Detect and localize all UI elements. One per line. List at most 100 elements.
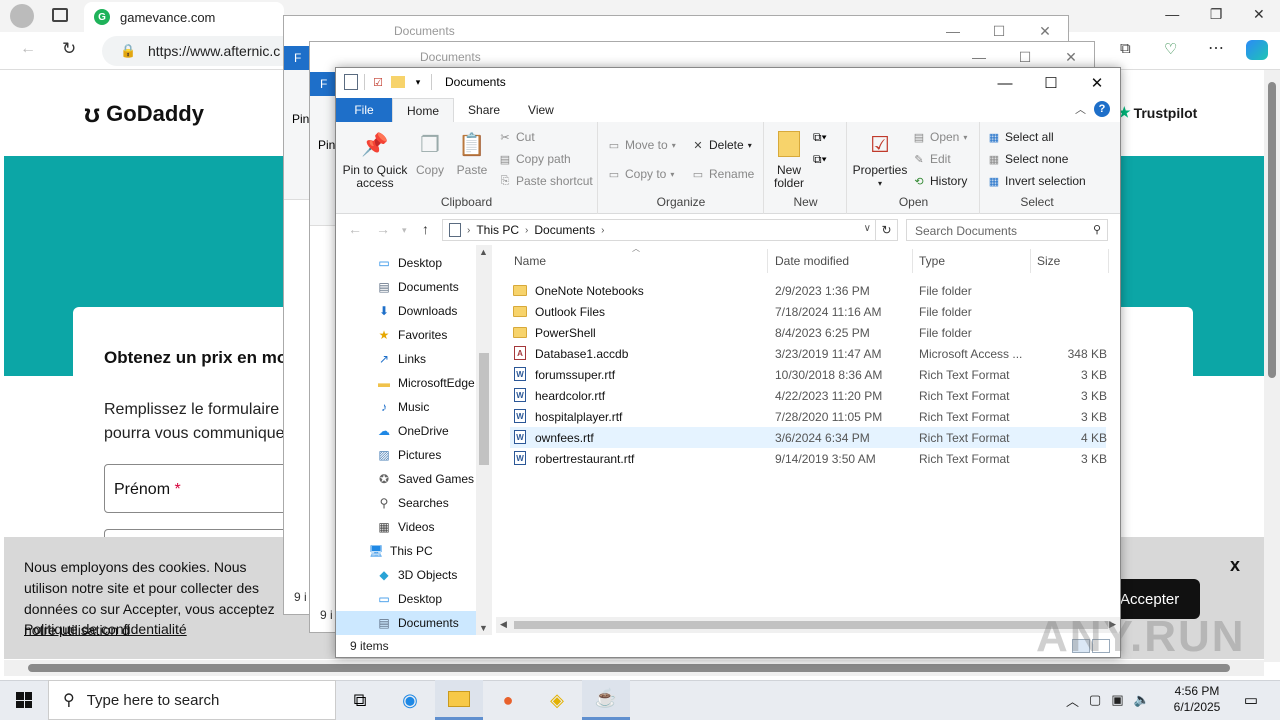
copilot-icon[interactable] bbox=[1246, 40, 1268, 60]
scroll-up-icon[interactable]: ▲ bbox=[479, 247, 488, 257]
back-icon[interactable]: ← bbox=[348, 221, 362, 237]
open-button[interactable]: ▤ Open ▾ bbox=[912, 130, 968, 144]
nav-item[interactable]: ✪ Saved Games bbox=[336, 467, 476, 491]
tab-home[interactable]: Home bbox=[392, 98, 455, 122]
nav-item[interactable]: ▭ Desktop bbox=[336, 251, 476, 275]
java-taskbar-icon[interactable]: ☕ bbox=[582, 680, 630, 720]
properties-qa-icon[interactable]: ☑ bbox=[371, 74, 385, 90]
breadcrumb-documents[interactable]: Documents bbox=[534, 223, 595, 237]
copy-button[interactable]: ❐ Copy bbox=[412, 128, 448, 177]
file-explorer-taskbar-icon[interactable] bbox=[435, 680, 483, 720]
nav-item[interactable]: ★ Favorites bbox=[336, 323, 476, 347]
pin-quick-access-button[interactable]: 📌 Pin to Quick access bbox=[342, 128, 408, 190]
nav-item[interactable]: ▤ Documents bbox=[336, 275, 476, 299]
breadcrumb-this-pc[interactable]: This PC bbox=[476, 223, 519, 237]
tab-share[interactable]: Share bbox=[454, 98, 514, 122]
file-row[interactable]: A Database1.accdb 3/23/2019 11:47 AM Micros… bbox=[510, 343, 1107, 364]
restore-button[interactable]: ❐ bbox=[1210, 6, 1223, 23]
firefox-taskbar-icon[interactable]: ● bbox=[484, 680, 532, 720]
privacy-policy-link[interactable]: Politique de confidentialité bbox=[24, 621, 187, 637]
back-icon[interactable]: ← bbox=[20, 40, 36, 58]
file-row[interactable]: OneNote Notebooks 2/9/2023 1:36 PM File fo… bbox=[510, 280, 1106, 301]
maximize-button[interactable]: ☐ bbox=[1028, 68, 1074, 98]
tab-actions-icon[interactable] bbox=[52, 8, 68, 22]
copy-path-button[interactable]: ▤ Copy path bbox=[498, 152, 571, 166]
search-input[interactable]: Search Documents ⚲ bbox=[906, 219, 1108, 241]
close-button[interactable]: ✕ bbox=[1253, 6, 1265, 23]
collections-icon[interactable]: ⧉ bbox=[1120, 40, 1131, 57]
delete-button[interactable]: ✕ Delete ▾ bbox=[691, 138, 751, 152]
page-horizontal-scroll-thumb[interactable] bbox=[28, 664, 1230, 672]
new-item-icon[interactable]: ⧉▾ bbox=[813, 130, 827, 145]
browser-tab[interactable]: G gamevance.com bbox=[84, 2, 284, 32]
cookie-close-button[interactable]: x bbox=[1230, 555, 1240, 576]
customize-qa-icon[interactable]: ▾ bbox=[411, 74, 425, 90]
minimize-button[interactable]: — bbox=[1165, 6, 1179, 23]
window-app-icon[interactable] bbox=[344, 74, 358, 90]
file-row[interactable]: PowerShell 8/4/2023 6:25 PM File folder bbox=[510, 322, 1106, 343]
recent-locations-icon[interactable]: ▾ bbox=[402, 225, 407, 236]
firstname-field[interactable]: Prénom * bbox=[104, 464, 304, 513]
file-row[interactable]: Wrobertrestaurant.rtf 9/14/2019 3:50 AM Ri… bbox=[510, 448, 1107, 469]
collapse-ribbon-icon[interactable]: ︿ bbox=[1075, 101, 1086, 117]
app-taskbar-icon[interactable]: ◈ bbox=[533, 680, 581, 720]
copy-to-button[interactable]: ▭ Copy to ▾ bbox=[607, 167, 675, 181]
column-header-name[interactable]: Name bbox=[508, 249, 768, 273]
invert-selection-button[interactable]: ▦ Invert selection bbox=[987, 174, 1086, 188]
taskbar-clock[interactable]: 4:56 PM 6/1/2025 bbox=[1162, 683, 1232, 715]
nav-item[interactable]: ↗ Links bbox=[336, 347, 476, 371]
network-icon[interactable]: ▣ bbox=[1111, 692, 1123, 708]
page-vertical-scrollbar[interactable] bbox=[1264, 70, 1280, 662]
nav-item[interactable]: ▭ Desktop bbox=[336, 587, 476, 611]
new-folder-button[interactable]: New folder bbox=[769, 128, 809, 190]
rename-button[interactable]: ▭ Rename bbox=[691, 167, 755, 181]
close-button[interactable]: ✕ bbox=[1074, 68, 1120, 98]
help-icon[interactable]: ? bbox=[1094, 101, 1110, 117]
nav-item[interactable]: ☁ OneDrive bbox=[336, 419, 476, 443]
move-to-button[interactable]: ▭ Move to ▾ bbox=[607, 138, 676, 152]
explorer-window[interactable]: ☑ ▾ Documents — ☐ ✕ File Home Share View… bbox=[335, 67, 1121, 658]
nav-item[interactable]: ◆ 3D Objects bbox=[336, 563, 476, 587]
properties-button[interactable]: ☑ Properties ▾ bbox=[850, 128, 910, 190]
scroll-left-icon[interactable]: ◀ bbox=[500, 619, 507, 630]
page-vertical-scroll-thumb[interactable] bbox=[1268, 82, 1276, 378]
nav-item[interactable]: ▨ Pictures bbox=[336, 443, 476, 467]
file-row[interactable]: Wheardcolor.rtf 4/22/2023 11:20 PM Rich Te… bbox=[510, 385, 1107, 406]
trustpilot-badge[interactable]: ★ Trustpilot bbox=[1118, 104, 1197, 121]
column-header-date[interactable]: Date modified bbox=[769, 249, 913, 273]
forward-icon[interactable]: → bbox=[376, 221, 390, 237]
edit-button[interactable]: ✎ Edit bbox=[912, 152, 950, 166]
cut-button[interactable]: ✂ Cut bbox=[498, 130, 534, 144]
scroll-down-icon[interactable]: ▼ bbox=[479, 623, 488, 633]
file-row[interactable]: Wforumssuper.rtf 10/30/2018 8:36 AM Rich T… bbox=[510, 364, 1107, 385]
browser-essentials-icon[interactable]: ♡ bbox=[1164, 40, 1177, 58]
nav-item[interactable]: ▬ MicrosoftEdge bbox=[336, 371, 476, 395]
more-menu-icon[interactable]: ⋯ bbox=[1208, 38, 1224, 58]
minimize-button[interactable]: — bbox=[982, 68, 1028, 98]
new-folder-qa-icon[interactable] bbox=[391, 76, 405, 88]
meet-now-icon[interactable]: ▢ bbox=[1089, 692, 1101, 708]
godaddy-logo[interactable]: ʊ GoDaddy bbox=[84, 98, 204, 129]
tab-file[interactable]: File bbox=[336, 98, 392, 122]
column-header-type[interactable]: Type bbox=[913, 249, 1031, 273]
file-row[interactable]: Wownfees.rtf 3/6/2024 6:34 PM Rich Text Fo… bbox=[510, 427, 1107, 448]
nav-item[interactable]: ▤ Documents bbox=[336, 611, 476, 635]
easy-access-icon[interactable]: ⧉▾ bbox=[813, 152, 827, 167]
start-button[interactable] bbox=[0, 680, 48, 720]
select-all-button[interactable]: ▦ Select all bbox=[987, 130, 1054, 144]
notifications-icon[interactable]: ▭ bbox=[1236, 680, 1266, 720]
nav-item[interactable]: ▦ Videos bbox=[336, 515, 476, 539]
tab-view[interactable]: View bbox=[514, 98, 568, 122]
file-row[interactable]: Whospitalplayer.rtf 7/28/2020 11:05 PM Ric… bbox=[510, 406, 1107, 427]
nav-item[interactable]: 🖥 This PC bbox=[336, 539, 476, 563]
taskbar-search-input[interactable]: ⚲ Type here to search bbox=[48, 680, 336, 720]
history-button[interactable]: ⟲ History bbox=[912, 174, 967, 188]
profile-avatar[interactable] bbox=[10, 4, 34, 28]
volume-icon[interactable]: 🔈 bbox=[1134, 692, 1150, 708]
file-row[interactable]: Outlook Files 7/18/2024 11:16 AM File fold… bbox=[510, 301, 1106, 322]
file-list-scroll-thumb[interactable] bbox=[514, 621, 1108, 629]
refresh-icon[interactable]: ↻ bbox=[876, 219, 898, 241]
nav-item[interactable]: ⬇ Downloads bbox=[336, 299, 476, 323]
select-none-button[interactable]: ▦ Select none bbox=[987, 152, 1069, 166]
reload-icon[interactable]: ↻ bbox=[62, 39, 76, 59]
